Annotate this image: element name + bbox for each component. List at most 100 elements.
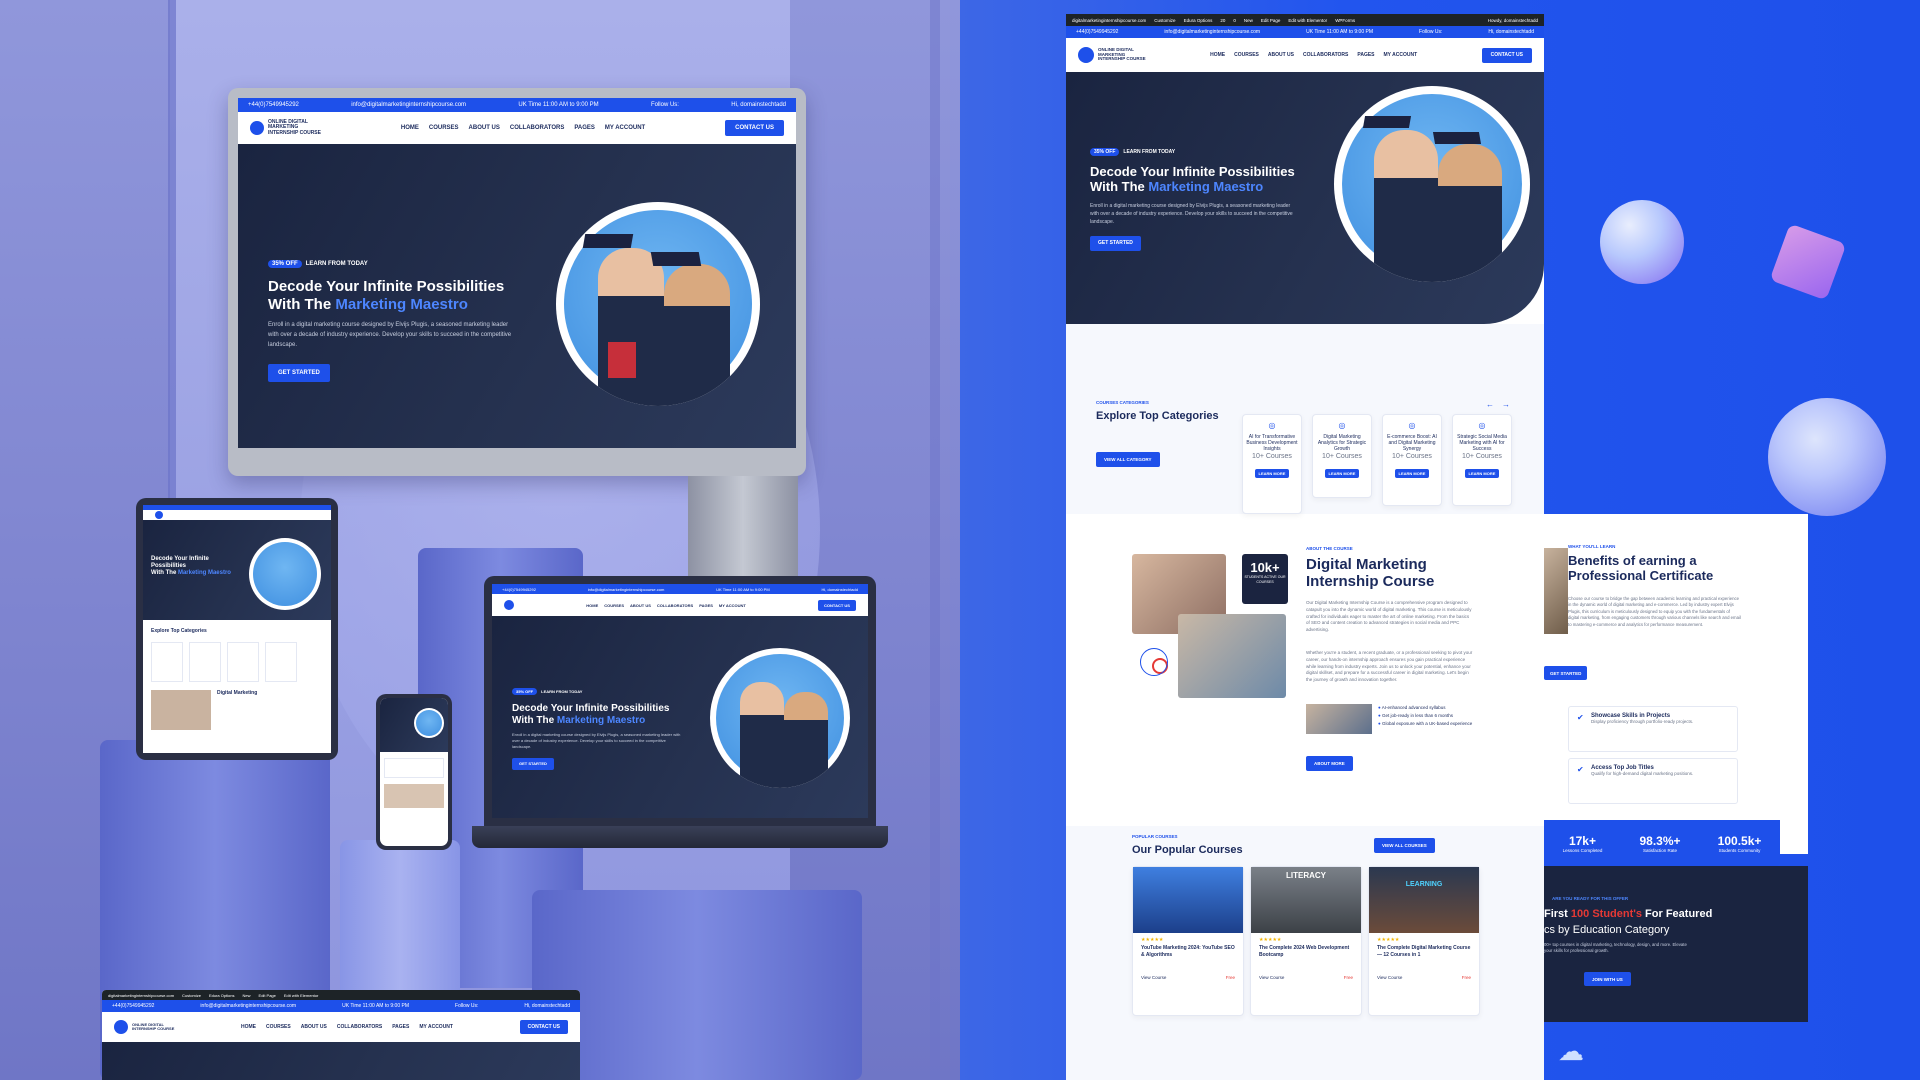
nav-account[interactable]: MY ACCOUNT: [605, 125, 645, 131]
nav-home[interactable]: HOME: [401, 125, 419, 131]
category-card[interactable]: ◎ AI for Transformative Business Develop…: [1242, 414, 1302, 514]
category-card[interactable]: ◎ Strategic Social Media Marketing with …: [1452, 414, 1512, 506]
about-title: Digital Marketing Internship Course: [1306, 556, 1435, 591]
category-icon: ◎: [1338, 421, 1346, 430]
view-all-courses-button[interactable]: VIEW ALL COURSES: [1374, 838, 1435, 853]
hero-badge: 35% OFF LEARN FROM TODAY: [268, 260, 368, 268]
phone-device: [376, 694, 452, 850]
category-card: [384, 758, 444, 778]
hero-badge: 35% OFF LEARN FROM TODAY: [1090, 148, 1175, 156]
check-circle-icon: ✔: [1577, 765, 1584, 774]
logo-icon: [1078, 47, 1094, 63]
contact-button[interactable]: CONTACT US: [818, 599, 856, 611]
grad-cap-icon: [582, 234, 634, 248]
hero-image-circle: [414, 708, 444, 738]
nav-collaborators[interactable]: COLLABORATORS: [510, 125, 564, 131]
site-logo[interactable]: ONLINE DIGITAL MARKETING INTERNSHIP COURSE: [250, 119, 321, 137]
hero-section: [380, 698, 448, 752]
about-paragraph-2: Whether you're a student, a recent gradu…: [1306, 650, 1473, 682]
course-card[interactable]: ★★★★★ YouTube Marketing 2024: YouTube SE…: [1132, 866, 1244, 1016]
popular-title: Our Popular Courses: [1132, 844, 1243, 856]
nav-about[interactable]: ABOUT US: [1268, 52, 1294, 58]
site-logo[interactable]: [504, 600, 514, 610]
graduate-student-female: [1438, 144, 1502, 282]
main-nav: HOME COURSES ABOUT US COLLABORATORS PAGES MY …: [492, 594, 868, 616]
laptop-base: [472, 826, 888, 848]
benefits-eyebrow: WHAT YOU'LL LEARN: [1568, 544, 1616, 549]
about-section: 10k+ STUDENTS ACTIVE OUR COURSES ABOUT T…: [1066, 544, 1544, 784]
hero-title: Decode Your Infinite Possibilities With T…: [151, 556, 231, 577]
nav-home[interactable]: HOME: [1210, 52, 1225, 58]
category-card[interactable]: ◎ Digital Marketing Analytics for Strate…: [1312, 414, 1372, 498]
stat-satisfaction: 98.3%+ Satisfaction Rate: [1639, 833, 1681, 853]
get-started-button[interactable]: GET STARTED: [1090, 235, 1141, 251]
nav-courses[interactable]: COURSES: [1234, 52, 1259, 58]
admin-bar: digitalmarketinginternshipcourse.com Cust…: [102, 990, 580, 1000]
view-all-category-button[interactable]: VIEW ALL CATEGORY: [1096, 452, 1160, 467]
time-text: UK Time 11:00 AM to 9:00 PM: [518, 102, 599, 108]
category-icon: ◎: [1268, 421, 1276, 430]
nav-collaborators[interactable]: COLLABORATORS: [1303, 52, 1348, 58]
contact-button[interactable]: CONTACT US: [519, 1020, 568, 1034]
desktop-monitor: +44(0)7549945292 info@digitalmarketingin…: [228, 88, 806, 626]
check-circle-icon: ✔: [1577, 713, 1584, 722]
main-nav: ONLINE DIGITAL MARKETING INTERNSHIP COURSE…: [1066, 38, 1544, 72]
phone-text: +44(0)7549945292: [248, 102, 299, 108]
get-started-button[interactable]: GET STARTED: [512, 757, 554, 770]
site-logo[interactable]: ONLINE DIGITAL MARKETING INTERNSHIP COURSE: [1078, 47, 1146, 63]
hero-description: Enroll in a digital marketing course des…: [512, 731, 681, 749]
contact-button[interactable]: CONTACT US: [1481, 47, 1532, 63]
full-page-preview-panel: digitalmarketinginternshipcourse.com Cust…: [960, 0, 1920, 1080]
stats-strip: 17k+ Lessons Completed 98.3%+ Satisfaction…: [1544, 820, 1780, 866]
benefits-section: WHAT YOU'LL LEARN Benefits of earning aP…: [1544, 514, 1808, 854]
benefits-image-partial: [1544, 548, 1568, 634]
nav-courses[interactable]: COURSES: [429, 125, 459, 131]
top-info-bar: +44(0)7549945292 info@digitalmarketingint…: [102, 1000, 580, 1012]
about-image: [384, 784, 444, 808]
next-arrow-icon[interactable]: →: [1502, 400, 1510, 409]
check-icon: ●: [1378, 713, 1381, 719]
benefits-title: Benefits of earning a Professional Certif…: [1568, 553, 1714, 583]
nav-pages[interactable]: PAGES: [1357, 52, 1374, 58]
about-more-button[interactable]: ABOUT MORE: [1306, 756, 1353, 771]
popular-courses-section: POPULAR COURSES Our Popular Courses VIEW…: [1066, 826, 1544, 1080]
hero-image-circle: [556, 202, 760, 406]
laptop-screen: +44(0)7549945292 info@digitalmarketingint…: [492, 584, 868, 818]
tablet-device: Decode Your Infinite Possibilities With T…: [136, 498, 338, 760]
graduate-student-male: [1374, 130, 1438, 282]
contact-button[interactable]: CONTACT US: [725, 120, 784, 136]
join-with-us-button[interactable]: JOIN WITH US: [1584, 972, 1631, 986]
logo-icon: [504, 600, 514, 610]
hero-image-circle: [1334, 86, 1530, 282]
hero-section: 35% OFF LEARN FROM TODAY Decode Your Infi…: [238, 144, 796, 448]
top-info-bar: +44(0)7549945292 info@digitalmarketingint…: [492, 584, 868, 594]
course-card[interactable]: LEARNING ★★★★★ The Complete Digital Mark…: [1368, 866, 1480, 1016]
cube-decoration: [1769, 223, 1847, 301]
prev-arrow-icon[interactable]: ←: [1486, 400, 1494, 409]
site-logo[interactable]: ONLINE DIGITAL INTERNSHIP COURSE: [114, 1020, 174, 1034]
pedestal: [532, 890, 862, 1080]
page-column: digitalmarketinginternshipcourse.com Cust…: [1066, 14, 1544, 1080]
laptop-device: +44(0)7549945292 info@digitalmarketingint…: [472, 576, 888, 848]
top-info-bar: +44(0)7549945292 info@digitalmarketingint…: [1066, 26, 1544, 38]
sphere-decoration: [1600, 200, 1684, 284]
graduate-student-female: [664, 264, 730, 406]
nav-pages[interactable]: PAGES: [574, 125, 595, 131]
grad-cap-icon: [1432, 132, 1482, 144]
nav-account[interactable]: MY ACCOUNT: [1384, 52, 1418, 58]
hero-section: 35% OFF LEARN FROM TODAY Decode Your Infi…: [1066, 72, 1544, 324]
benefits-get-started-button[interactable]: GET STARTED: [1544, 666, 1588, 680]
course-card[interactable]: LITERACY ★★★★★ The Complete 2024 Web Dev…: [1250, 866, 1362, 1016]
stat-community: 100.5k+ Students Community: [1717, 833, 1762, 853]
nav-menu: HOME COURSES ABOUT US COLLABORATORS PAGES MY …: [240, 1024, 453, 1030]
main-nav: [143, 510, 331, 520]
nav-about[interactable]: ABOUT US: [469, 125, 500, 131]
tablet-screen: Decode Your Infinite Possibilities With T…: [143, 505, 331, 753]
rating-stars-icon: ★★★★★: [1259, 937, 1282, 943]
get-started-button[interactable]: GET STARTED: [268, 364, 330, 383]
about-small-image: [1306, 704, 1372, 734]
user-greeting[interactable]: Hi, domainstechtadd: [731, 102, 786, 108]
hero-description: Enroll in a digital marketing course des…: [1090, 202, 1293, 225]
category-card[interactable]: ◎ E-commerce Boost: AI and Digital Marke…: [1382, 414, 1442, 506]
nav-menu: HOME COURSES ABOUT US COLLABORATORS PAGES MY …: [586, 602, 746, 608]
